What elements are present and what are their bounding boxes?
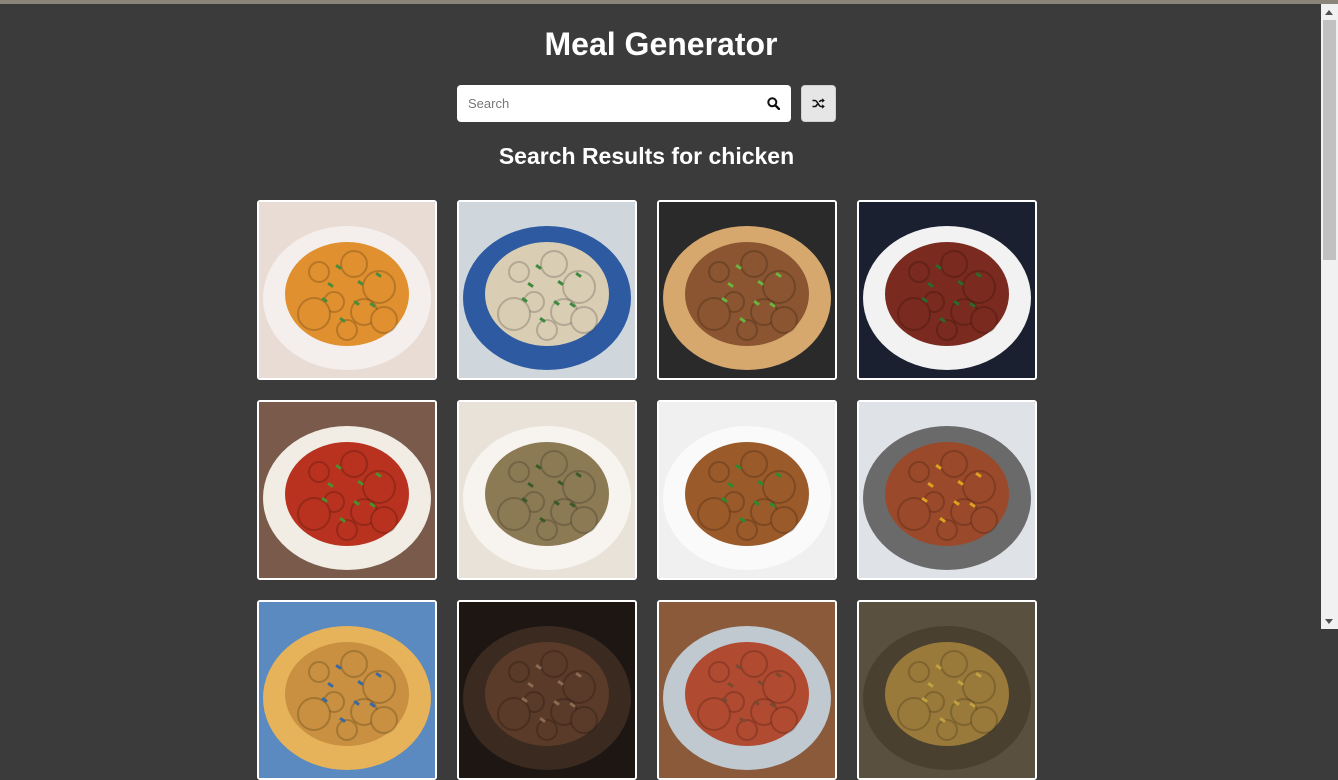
scroll-down-arrow-icon[interactable] bbox=[1325, 619, 1333, 624]
grilled-chicken-image bbox=[659, 202, 835, 378]
results-heading: Search Results for chicken bbox=[498, 143, 795, 169]
meal-card[interactable] bbox=[457, 400, 637, 580]
chicken-rice-bowl-image bbox=[459, 402, 635, 578]
tandoori-chicken-image bbox=[259, 402, 435, 578]
shuffle-icon bbox=[812, 98, 825, 109]
meal-card[interactable] bbox=[257, 400, 437, 580]
window-top-border bbox=[0, 0, 1338, 4]
meal-image-10 bbox=[459, 602, 635, 778]
search-icon bbox=[766, 97, 780, 110]
meal-image-11 bbox=[659, 602, 835, 778]
meal-card[interactable] bbox=[457, 200, 637, 380]
chicken-casserole-image bbox=[859, 402, 1035, 578]
meal-card[interactable] bbox=[257, 600, 437, 780]
chicken-stew-pot-image bbox=[859, 202, 1035, 378]
scroll-up-arrow-icon[interactable] bbox=[1325, 10, 1333, 15]
chicken-stir-fry-image bbox=[659, 402, 835, 578]
search-input[interactable] bbox=[457, 85, 757, 122]
meal-card[interactable] bbox=[857, 200, 1037, 380]
scroll-thumb[interactable] bbox=[1323, 20, 1336, 260]
meal-card[interactable] bbox=[657, 600, 837, 780]
meal-image-9 bbox=[259, 602, 435, 778]
search-button[interactable] bbox=[755, 85, 791, 122]
meal-card[interactable] bbox=[657, 400, 837, 580]
meal-card[interactable] bbox=[257, 200, 437, 380]
meal-card[interactable] bbox=[457, 600, 637, 780]
search-box bbox=[457, 85, 791, 122]
meal-card[interactable] bbox=[657, 200, 837, 380]
meal-card[interactable] bbox=[857, 600, 1037, 780]
meal-card[interactable] bbox=[857, 400, 1037, 580]
meal-image-12 bbox=[859, 602, 1035, 778]
chicken-curry-image bbox=[259, 202, 435, 378]
congee-bowl-image bbox=[459, 202, 635, 378]
random-meal-button[interactable] bbox=[801, 85, 836, 122]
page-title: Meal Generator bbox=[544, 26, 778, 62]
page-scrollbar[interactable] bbox=[1321, 4, 1338, 629]
